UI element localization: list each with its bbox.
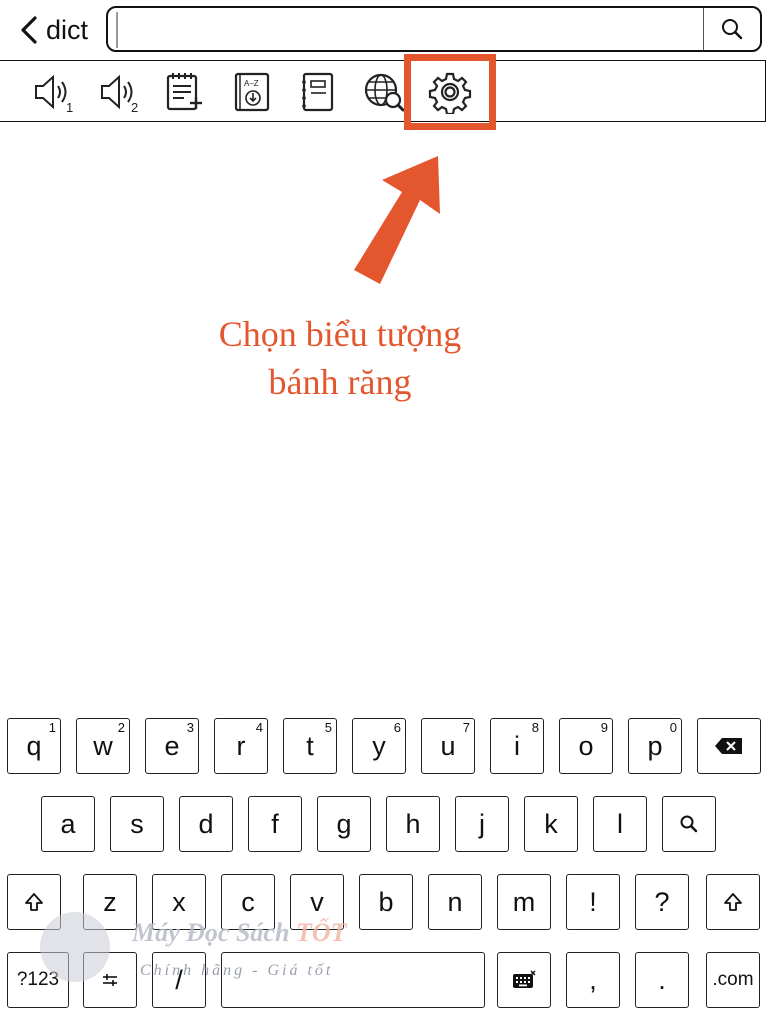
key-s[interactable]: s bbox=[110, 796, 164, 852]
key-a[interactable]: a bbox=[41, 796, 95, 852]
keyboard-search-key[interactable] bbox=[662, 796, 716, 852]
key-x[interactable]: x bbox=[152, 874, 206, 930]
notebook-icon bbox=[302, 72, 334, 112]
web-search-button[interactable] bbox=[360, 69, 408, 115]
back-label: dict bbox=[46, 14, 89, 45]
speaker-1-icon: 1 bbox=[35, 74, 73, 114]
key-f[interactable]: f bbox=[248, 796, 302, 852]
numbers-key[interactable]: ?123 bbox=[7, 952, 69, 1008]
pointer-arrow-icon bbox=[354, 156, 440, 284]
svg-text:2: 2 bbox=[131, 100, 138, 114]
key-c[interactable]: c bbox=[221, 874, 275, 930]
key-l[interactable]: l bbox=[593, 796, 647, 852]
speaker-2-button[interactable]: 2 bbox=[94, 69, 142, 115]
key-comma[interactable]: , bbox=[566, 952, 620, 1008]
sliders-icon bbox=[103, 974, 117, 986]
key-o[interactable]: o9 bbox=[559, 718, 613, 774]
key-slash[interactable]: / bbox=[152, 952, 206, 1008]
key-m[interactable]: m bbox=[497, 874, 551, 930]
search-icon bbox=[680, 815, 698, 833]
shift-key-right[interactable] bbox=[706, 874, 760, 930]
key-b[interactable]: b bbox=[359, 874, 413, 930]
search-button[interactable] bbox=[703, 8, 760, 50]
instruction-annotation: Chọn biểu tượng bánh răng bbox=[150, 310, 530, 406]
key-k[interactable]: k bbox=[524, 796, 578, 852]
key-i[interactable]: i8 bbox=[490, 718, 544, 774]
spacebar[interactable] bbox=[221, 952, 485, 1008]
key-dotcom[interactable]: .com bbox=[706, 952, 760, 1008]
key-d[interactable]: d bbox=[179, 796, 233, 852]
annotation-line-1: Chọn biểu tượng bbox=[218, 314, 462, 354]
key-question[interactable]: ? bbox=[635, 874, 689, 930]
key-r[interactable]: r4 bbox=[214, 718, 268, 774]
backspace-icon bbox=[715, 738, 742, 754]
svg-text:A–Z: A–Z bbox=[244, 79, 259, 88]
search-icon bbox=[722, 19, 743, 40]
input-settings-key[interactable] bbox=[83, 952, 137, 1008]
shift-icon bbox=[724, 893, 742, 911]
gear-highlight-box bbox=[404, 54, 496, 130]
search-input[interactable] bbox=[116, 12, 706, 48]
key-q[interactable]: q1 bbox=[7, 718, 61, 774]
key-period[interactable]: . bbox=[635, 952, 689, 1008]
key-t[interactable]: t5 bbox=[283, 718, 337, 774]
web-search-icon bbox=[364, 73, 405, 112]
speaker-1-button[interactable]: 1 bbox=[28, 69, 76, 115]
dictionary-toolbar: 1 2 A–Z bbox=[0, 60, 766, 122]
key-g[interactable]: g bbox=[317, 796, 371, 852]
key-exclamation[interactable]: ! bbox=[566, 874, 620, 930]
shift-icon bbox=[25, 893, 43, 911]
on-screen-keyboard: q1 w2 e3 r4 t5 y6 u7 i8 o9 p0 a s d f g … bbox=[0, 710, 768, 1024]
speaker-2-icon: 2 bbox=[101, 74, 138, 114]
hide-keyboard-key[interactable] bbox=[497, 952, 551, 1008]
dictionary-download-button[interactable]: A–Z bbox=[228, 69, 276, 115]
key-p[interactable]: p0 bbox=[628, 718, 682, 774]
key-j[interactable]: j bbox=[455, 796, 509, 852]
dictionary-download-icon: A–Z bbox=[234, 72, 270, 112]
key-h[interactable]: h bbox=[386, 796, 440, 852]
annotation-line-2: bánh răng bbox=[268, 362, 412, 402]
key-n[interactable]: n bbox=[428, 874, 482, 930]
top-bar: dict bbox=[0, 0, 768, 58]
key-e[interactable]: e3 bbox=[145, 718, 199, 774]
key-u[interactable]: u7 bbox=[421, 718, 475, 774]
add-note-button[interactable] bbox=[160, 69, 208, 115]
chevron-left-icon bbox=[21, 16, 37, 44]
notebook-button[interactable] bbox=[294, 69, 342, 115]
svg-text:1: 1 bbox=[66, 100, 73, 114]
shift-key-left[interactable] bbox=[7, 874, 61, 930]
backspace-key[interactable] bbox=[697, 718, 761, 774]
add-note-icon bbox=[166, 73, 202, 111]
search-box bbox=[106, 6, 762, 52]
key-w[interactable]: w2 bbox=[76, 718, 130, 774]
keyboard-icon bbox=[513, 970, 536, 988]
key-y[interactable]: y6 bbox=[352, 718, 406, 774]
key-z[interactable]: z bbox=[83, 874, 137, 930]
key-v[interactable]: v bbox=[290, 874, 344, 930]
back-button[interactable]: dict bbox=[18, 12, 108, 48]
